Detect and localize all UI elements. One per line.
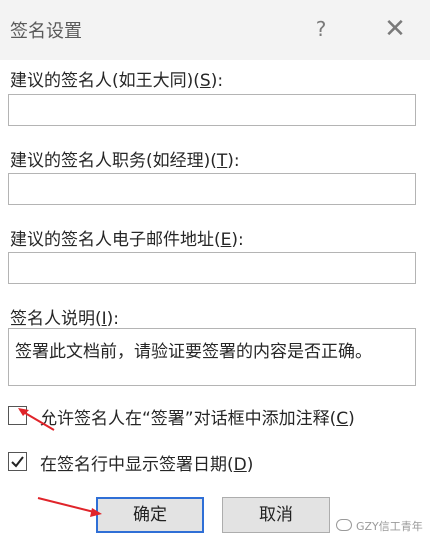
- title-bar: 签名设置 ? ✕: [0, 0, 430, 60]
- checkmark-icon: [11, 456, 24, 468]
- allow-comments-label: 允许签名人在“签署”对话框中添加注释(C): [40, 409, 355, 429]
- instructions-textarea[interactable]: 签署此文档前，请验证要签署的内容是否正确。: [8, 328, 416, 386]
- signer-email-label: 建议的签名人电子邮件地址(E):: [10, 230, 244, 250]
- instructions-label: 签名人说明(I):: [10, 309, 120, 329]
- show-sign-date-checkbox[interactable]: [8, 452, 27, 471]
- wechat-icon: [336, 519, 352, 531]
- ok-button[interactable]: 确定: [96, 497, 204, 533]
- dialog-title: 签名设置: [10, 21, 82, 42]
- signer-title-label: 建议的签名人职务(如经理)(T):: [10, 151, 240, 171]
- signer-name-input[interactable]: [8, 94, 416, 126]
- signer-email-input[interactable]: [8, 252, 416, 284]
- show-sign-date-option[interactable]: 在签名行中显示签署日期(D): [8, 450, 408, 476]
- signer-name-label: 建议的签名人(如王大同)(S):: [10, 71, 224, 91]
- signature-setup-dialog: 签名设置 ? ✕ 建议的签名人(如王大同)(S): 建议的签名人职务(如经理)(…: [0, 0, 430, 547]
- signer-title-input[interactable]: [8, 173, 416, 205]
- show-sign-date-label: 在签名行中显示签署日期(D): [40, 455, 254, 475]
- help-icon[interactable]: ?: [306, 12, 336, 46]
- watermark: GZY信工青年: [336, 518, 423, 534]
- cancel-button[interactable]: 取消: [222, 497, 330, 533]
- allow-comments-option[interactable]: 允许签名人在“签署”对话框中添加注释(C): [8, 404, 408, 430]
- close-icon[interactable]: ✕: [378, 12, 412, 46]
- allow-comments-checkbox[interactable]: [8, 406, 27, 425]
